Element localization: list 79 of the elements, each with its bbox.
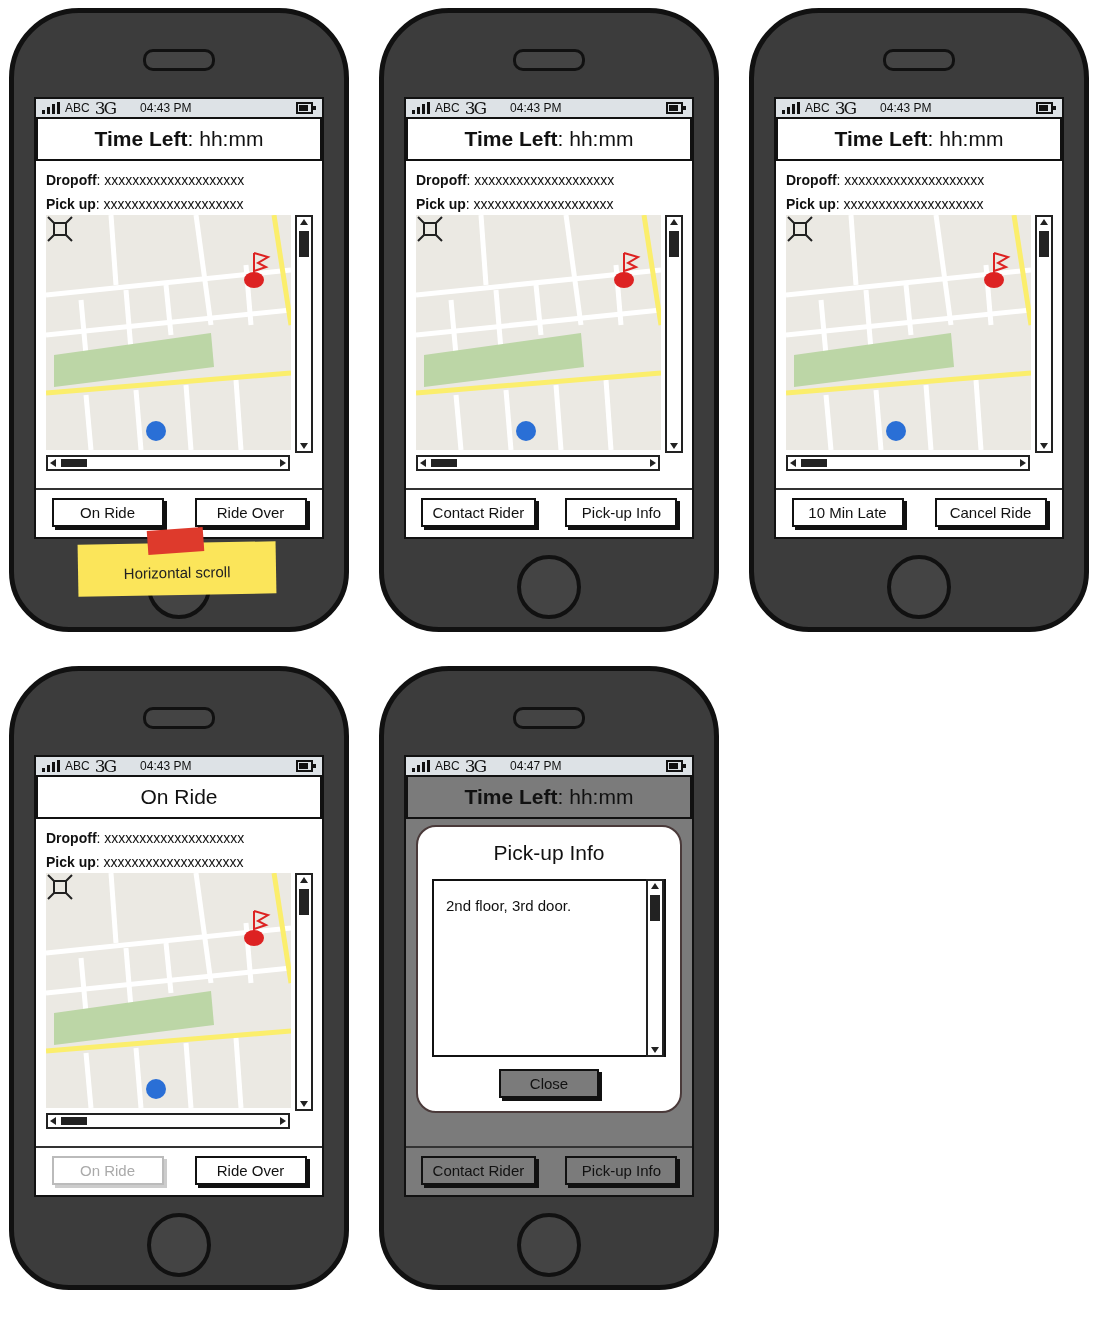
note-text: Horizontal scroll [123, 562, 231, 582]
detail-line: Pick up: xxxxxxxxxxxxxxxxxxxx [46, 853, 245, 871]
signal-icon [412, 102, 430, 114]
network-label: 3G [834, 99, 856, 117]
speaker-slot [143, 707, 215, 729]
detail-line: Dropoff: xxxxxxxxxxxxxxxxxxxx [46, 171, 246, 189]
screen-title: Time Left: hh:mm [94, 127, 264, 151]
battery-icon [296, 102, 316, 114]
horizontal-scrollbar[interactable] [46, 455, 290, 471]
status-time: 04:43 PM [140, 101, 192, 115]
detail-line: Dropoff: xxxxxxxxxxxxxxxxxxxx [416, 171, 616, 189]
action-button[interactable]: Ride Over [194, 1156, 307, 1185]
horizontal-scrollbar[interactable] [416, 455, 660, 471]
vertical-scrollbar[interactable] [295, 873, 313, 1111]
vertical-scrollbar[interactable] [646, 879, 664, 1057]
carrier-label: ABC [805, 101, 830, 115]
expand-icon[interactable] [787, 216, 813, 242]
close-button[interactable]: Close [499, 1069, 599, 1098]
status-time: 04:47 PM [510, 759, 562, 773]
expand-icon[interactable] [417, 216, 443, 242]
detail-line: Pick up: xxxxxxxxxxxxxxxxxxxx [786, 195, 985, 213]
detail-line: Pick up: xxxxxxxxxxxxxxxxxxxx [46, 195, 245, 213]
battery-icon [296, 760, 316, 772]
action-button[interactable]: 10 Min Late [791, 498, 904, 527]
action-button[interactable]: On Ride [51, 498, 164, 527]
location-dot-icon [886, 421, 906, 441]
signal-icon [782, 102, 800, 114]
speaker-slot [883, 49, 955, 71]
text-area[interactable]: 2nd floor, 3rd door. [432, 879, 666, 1057]
expand-icon[interactable] [47, 874, 73, 900]
signal-icon [412, 760, 430, 772]
vertical-scrollbar[interactable] [295, 215, 313, 453]
speaker-slot [513, 49, 585, 71]
battery-icon [1036, 102, 1056, 114]
location-dot-icon [146, 1079, 166, 1099]
location-dot-icon [516, 421, 536, 441]
network-label: 3G [94, 99, 116, 117]
detail-line: Dropoff: xxxxxxxxxxxxxxxxxxxx [46, 829, 246, 847]
carrier-label: ABC [435, 101, 460, 115]
speaker-slot [513, 707, 585, 729]
carrier-label: ABC [435, 759, 460, 773]
pickup-info-text: 2nd floor, 3rd door. [446, 897, 572, 916]
status-time: 04:43 PM [880, 101, 932, 115]
screen-title: Time Left: hh:mm [464, 785, 634, 809]
carrier-label: ABC [65, 101, 90, 115]
tape-strip [146, 527, 205, 555]
flag-pin-icon [984, 252, 1011, 288]
action-button[interactable]: Cancel Ride [934, 498, 1047, 527]
carrier-label: ABC [65, 759, 90, 773]
battery-icon [666, 760, 686, 772]
speaker-slot [143, 49, 215, 71]
network-label: 3G [464, 99, 486, 117]
signal-icon [42, 102, 60, 114]
flag-pin-icon [244, 252, 271, 288]
flag-pin-icon [614, 252, 641, 288]
flag-pin-icon [244, 910, 271, 946]
vertical-scrollbar[interactable] [665, 215, 683, 453]
battery-icon [666, 102, 686, 114]
action-button[interactable]: Pick-up Info [565, 1156, 678, 1185]
horizontal-scrollbar[interactable] [46, 1113, 290, 1129]
status-time: 04:43 PM [140, 759, 192, 773]
vertical-scrollbar[interactable] [1035, 215, 1053, 453]
action-button[interactable]: Ride Over [194, 498, 307, 527]
screen-title: On Ride [140, 785, 218, 809]
status-time: 04:43 PM [510, 101, 562, 115]
action-button[interactable]: Contact Rider [420, 1156, 537, 1185]
detail-line: Dropoff: xxxxxxxxxxxxxxxxxxxx [786, 171, 986, 189]
action-button[interactable]: Contact Rider [420, 498, 537, 527]
screen-title: Time Left: hh:mm [464, 127, 634, 151]
network-label: 3G [94, 757, 116, 775]
location-dot-icon [146, 421, 166, 441]
horizontal-scrollbar[interactable] [786, 455, 1030, 471]
expand-icon[interactable] [47, 216, 73, 242]
detail-line: Pick up: xxxxxxxxxxxxxxxxxxxx [416, 195, 615, 213]
action-button[interactable]: Pick-up Info [565, 498, 678, 527]
screen-title: Time Left: hh:mm [834, 127, 1004, 151]
signal-icon [42, 760, 60, 772]
dialog-title: Pick-up Info [493, 841, 605, 865]
network-label: 3G [464, 757, 486, 775]
